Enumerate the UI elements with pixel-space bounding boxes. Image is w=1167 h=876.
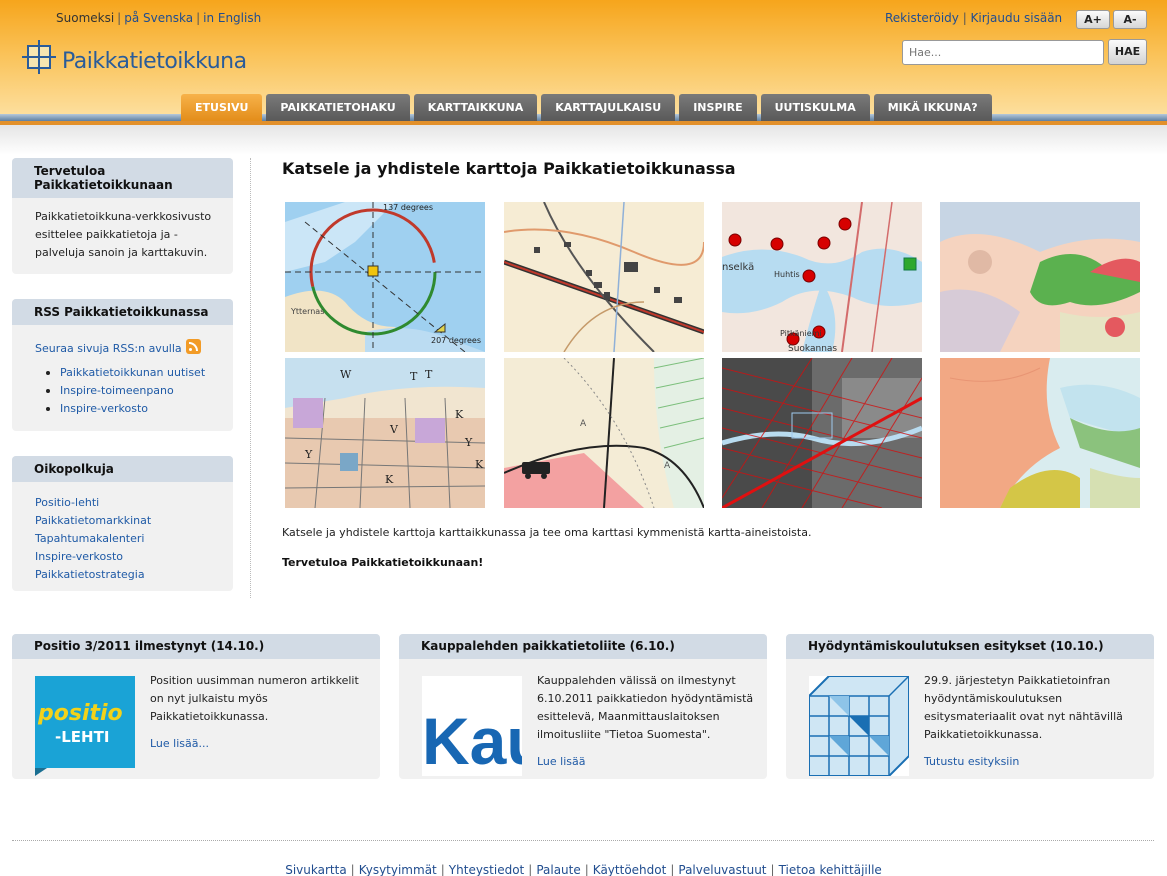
- tab-uutiskulma[interactable]: UUTISKULMA: [760, 94, 870, 121]
- footer-links: Sivukartta | Kysytyimmät | Yhteystiedot | Pala…: [285, 863, 882, 876]
- svg-text:A: A: [664, 461, 671, 471]
- search-input[interactable]: [902, 40, 1104, 65]
- map-thumbnail-city[interactable]: WTTVKKKYY: [285, 358, 485, 508]
- map-thumbnail-points[interactable]: Huhtis nselkä Pitkäniemi Suokannas: [722, 202, 922, 352]
- welcome-box: Tervetuloa Paikkatietoikkunaan Paikkatie…: [12, 158, 233, 274]
- svg-text:W: W: [340, 368, 352, 381]
- site-logo[interactable]: Paikkatietoikkuna: [20, 38, 247, 74]
- cube-logo-image[interactable]: [808, 675, 910, 777]
- news-read-more-link[interactable]: Lue lisää: [537, 755, 586, 768]
- svg-text:Pitkäniemi: Pitkäniemi: [780, 329, 822, 338]
- footer-link-kysytyimmat[interactable]: Kysytyimmät: [359, 863, 437, 876]
- rss-follow-link[interactable]: Seuraa sivuja RSS:n avulla: [35, 342, 182, 355]
- map-thumbnail-landcover[interactable]: [940, 202, 1140, 352]
- rss-box-title: RSS Paikkatietoikkunassa: [12, 299, 233, 325]
- rss-link-inspire-toimeenpano[interactable]: Inspire-toimeenpano: [60, 384, 174, 397]
- login-link[interactable]: Kirjaudu sisään: [971, 11, 1063, 25]
- svg-text:K: K: [475, 458, 484, 471]
- svg-text:137 degrees: 137 degrees: [383, 203, 433, 212]
- news-title: Positio 3/2011 ilmestynyt (14.10.): [12, 634, 380, 659]
- shortcuts-box: Oikopolkuja Positio-lehti Paikkatietomar…: [12, 456, 233, 591]
- news-read-more-link[interactable]: Lue lisää...: [150, 737, 209, 750]
- list-item: Paikkatietoikkunan uutiset: [35, 364, 219, 382]
- tab-inspire[interactable]: INSPIRE: [679, 94, 757, 121]
- tab-karttaikkuna[interactable]: KARTTAIKKUNA: [413, 94, 538, 121]
- svg-text:Suokannas: Suokannas: [788, 344, 837, 352]
- svg-text:A: A: [580, 419, 587, 429]
- rss-link-uutiset[interactable]: Paikkatietoikkunan uutiset: [60, 366, 205, 379]
- footer-link-yhteystiedot[interactable]: Yhteystiedot: [449, 863, 524, 876]
- shortcut-positio[interactable]: Positio-lehti: [35, 496, 99, 509]
- positio-cover-image[interactable]: positio -LEHTI: [35, 676, 135, 776]
- news-box-positio: Positio 3/2011 ilmestynyt (14.10.) posit…: [12, 634, 380, 779]
- welcome-box-title: Tervetuloa Paikkatietoikkunaan: [12, 158, 233, 198]
- main-welcome: Tervetuloa Paikkatietoikkunaan!: [282, 556, 484, 569]
- map-thumbnail-nautical[interactable]: 137 degrees 207 degrees Ytternas: [285, 202, 485, 352]
- map-thumbnail-plan[interactable]: A A: [504, 358, 704, 508]
- news-text: 29.9. järjestetyn Paikkatietoinfran hyöd…: [924, 674, 1123, 741]
- shortcut-paikkatietomarkkinat[interactable]: Paikkatietomarkkinat: [35, 514, 151, 527]
- news-title: Hyödyntämiskoulutuksen esitykset (10.10.…: [786, 634, 1154, 659]
- tab-paikkatietohaku[interactable]: PAIKKATIETOHAKU: [266, 94, 410, 121]
- svg-text:-LEHTI: -LEHTI: [55, 728, 109, 746]
- register-link[interactable]: Rekisteröidy: [885, 11, 959, 25]
- svg-text:207 degrees: 207 degrees: [431, 336, 481, 345]
- shortcuts-box-title: Oikopolkuja: [12, 456, 233, 482]
- logo-window-icon: [20, 38, 56, 74]
- svg-text:Ytternas: Ytternas: [290, 307, 324, 316]
- news-box-koulutus: Hyödyntämiskoulutuksen esitykset (10.10.…: [786, 634, 1154, 779]
- footer-link-sivukartta[interactable]: Sivukartta: [285, 863, 346, 876]
- language-selector: Suomeksi | på Svenska | in English: [56, 11, 262, 25]
- news-text: Position uusimman numeron artikkelit on …: [150, 674, 359, 723]
- lang-current: Suomeksi: [56, 11, 115, 25]
- tab-etusivu[interactable]: ETUSIVU: [181, 94, 263, 121]
- news-text: Kauppalehden välissä on ilmestynyt 6.10.…: [537, 674, 754, 741]
- font-decrease-button[interactable]: A-: [1113, 10, 1147, 29]
- page-title: Katsele ja yhdistele karttoja Paikkatiet…: [282, 159, 736, 178]
- svg-text:V: V: [389, 423, 399, 436]
- svg-text:Kau: Kau: [422, 704, 522, 776]
- tab-karttajulkaisu[interactable]: KARTTAJULKAISU: [541, 94, 676, 121]
- header: Suomeksi | på Svenska | in English Paikkatie…: [0, 0, 1167, 124]
- svg-text:Y: Y: [304, 448, 313, 461]
- svg-text:positio: positio: [37, 701, 123, 726]
- footer-link-kayttoehdot[interactable]: Käyttöehdot: [593, 863, 667, 876]
- news-box-kauppalehti: Kauppalehden paikkatietoliite (6.10.) Ka…: [399, 634, 767, 779]
- svg-text:Huhtis: Huhtis: [774, 270, 800, 279]
- footer-link-palaute[interactable]: Palaute: [536, 863, 580, 876]
- rss-list: Paikkatietoikkunan uutiset Inspire-toime…: [35, 364, 219, 418]
- shortcut-paikkatietostrategia[interactable]: Paikkatietostrategia: [35, 568, 145, 581]
- font-increase-button[interactable]: A+: [1076, 10, 1110, 29]
- lang-swedish-link[interactable]: på Svenska: [124, 11, 193, 25]
- map-thumbnail-roads[interactable]: [504, 202, 704, 352]
- rss-box: RSS Paikkatietoikkunassa Seuraa sivuja R…: [12, 299, 233, 431]
- list-item: Inspire-toimeenpano: [35, 382, 219, 400]
- tab-mika-ikkuna[interactable]: MIKÄ IKKUNA?: [873, 94, 992, 121]
- main-description: Katsele ja yhdistele karttoja karttaikku…: [282, 526, 812, 539]
- kauppalehti-image[interactable]: Kau: [422, 676, 522, 776]
- svg-text:Y: Y: [464, 436, 473, 449]
- welcome-box-text: Paikkatietoikkuna-verkkosivusto esittele…: [35, 210, 212, 259]
- lang-english-link[interactable]: in English: [203, 11, 261, 25]
- rss-link-inspire-verkosto[interactable]: Inspire-verkosto: [60, 402, 148, 415]
- map-thumbnail-soil[interactable]: [940, 358, 1140, 508]
- svg-text:K: K: [385, 473, 394, 486]
- search-button[interactable]: HAE: [1108, 39, 1147, 65]
- map-thumbnail-aerial[interactable]: [722, 358, 922, 508]
- news-read-more-link[interactable]: Tutustu esityksiin: [924, 755, 1019, 768]
- user-links: Rekisteröidy | Kirjaudu sisään: [885, 11, 1063, 25]
- rss-icon[interactable]: [185, 339, 201, 354]
- logo-text: Paikkatietoikkuna: [62, 48, 247, 74]
- svg-text:K: K: [455, 408, 464, 421]
- svg-text:T: T: [425, 368, 433, 381]
- footer-link-kehittajille[interactable]: Tietoa kehittäjille: [779, 863, 882, 876]
- footer-link-palveluvastuut[interactable]: Palveluvastuut: [678, 863, 766, 876]
- list-item: Inspire-verkosto: [35, 400, 219, 418]
- main-nav: ETUSIVU PAIKKATIETOHAKU KARTTAIKKUNA KAR…: [181, 94, 996, 121]
- shortcut-tapahtumakalenteri[interactable]: Tapahtumakalenteri: [35, 532, 144, 545]
- news-title: Kauppalehden paikkatietoliite (6.10.): [399, 634, 767, 659]
- svg-text:T: T: [410, 370, 418, 383]
- shortcut-inspire-verkosto[interactable]: Inspire-verkosto: [35, 550, 123, 563]
- svg-text:nselkä: nselkä: [722, 262, 754, 273]
